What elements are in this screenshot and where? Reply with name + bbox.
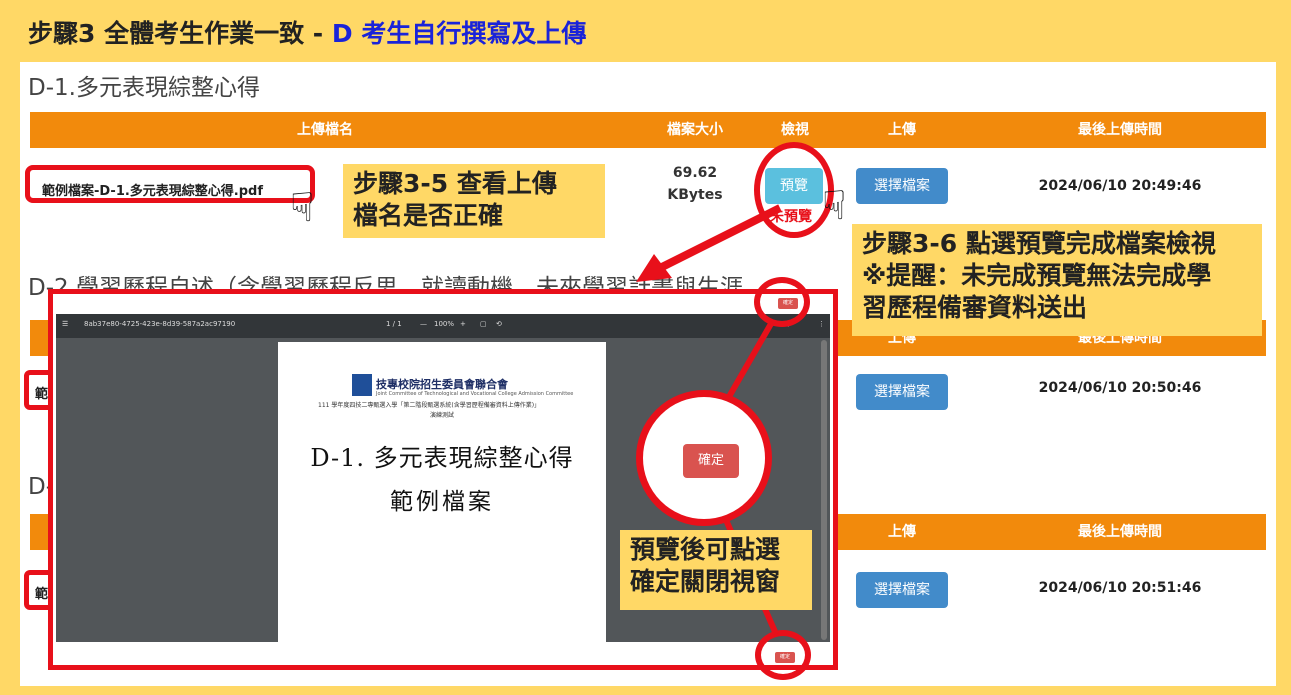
callout-close-window: 預覽後可點選 確定關閉視窗	[620, 530, 812, 610]
confirm-button-zoomed[interactable]: 確定	[683, 444, 739, 478]
confirm-zoom-circle: 確定	[636, 390, 772, 526]
arrow-line	[658, 204, 782, 272]
connector-top	[723, 320, 775, 404]
